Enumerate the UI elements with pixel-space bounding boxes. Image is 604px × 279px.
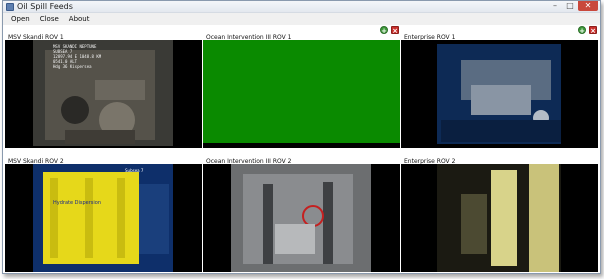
video-frame <box>401 164 598 272</box>
video-frame <box>401 40 598 148</box>
video-frame <box>5 164 202 272</box>
menu-open[interactable]: Open <box>11 13 30 25</box>
video-feed[interactable] <box>203 40 400 148</box>
feed-cell-2: + × Ocean Intervention III ROV 1 <box>203 25 400 148</box>
video-frame <box>5 40 202 148</box>
menu-about[interactable]: About <box>69 13 90 25</box>
video-frame <box>203 164 400 272</box>
feed-panel-label: Hydrate Dispersion <box>53 200 102 206</box>
feed-grid: MSV Skandi ROV 1 MSV SKANDI NEPTUNE SUBS… <box>5 25 598 272</box>
window-title: Oil Spill Feeds <box>17 2 73 11</box>
video-feed[interactable]: MSV SKANDI NEPTUNE SUBSEA 7 12897.94 E 1… <box>5 40 202 148</box>
minimize-button[interactable]: – <box>548 1 562 11</box>
green-screen <box>203 40 400 143</box>
menu-bar: Open Close About <box>3 13 600 25</box>
title-bar: Oil Spill Feeds – □ ✕ <box>3 1 600 13</box>
feed-tag: Subsea 7 <box>125 168 144 173</box>
feed-cell-1: MSV Skandi ROV 1 MSV SKANDI NEPTUNE SUBS… <box>5 25 202 148</box>
plus-circle-icon[interactable]: + <box>380 26 388 35</box>
overlay-line: Hdg 36 Kispersea <box>53 64 92 69</box>
close-square-icon[interactable]: × <box>589 26 597 35</box>
close-square-icon[interactable]: × <box>391 26 399 35</box>
feed-cell-3: + × Enterprise ROV 1 <box>401 25 598 148</box>
video-feed[interactable] <box>401 164 598 272</box>
close-window-button[interactable]: ✕ <box>578 1 598 11</box>
feed-cell-6: Enterprise ROV 2 <box>401 149 598 272</box>
menu-close[interactable]: Close <box>40 13 59 25</box>
app-icon <box>6 3 14 11</box>
maximize-button[interactable]: □ <box>563 1 577 11</box>
feed-cell-4: MSV Skandi ROV 2 Hydrate Dispersion Subs… <box>5 149 202 272</box>
feed-cell-5: Ocean Intervention III ROV 2 <box>203 149 400 272</box>
window-controls: – □ ✕ <box>548 1 598 11</box>
feed-overlay-text: MSV SKANDI NEPTUNE SUBSEA 7 12897.94 E 1… <box>53 44 101 69</box>
app-window: Oil Spill Feeds – □ ✕ Open Close About M… <box>2 0 601 274</box>
video-feed[interactable] <box>401 40 598 148</box>
video-feed[interactable] <box>203 164 400 272</box>
plus-circle-icon[interactable]: + <box>578 26 586 35</box>
video-feed[interactable]: Hydrate Dispersion Subsea 7 <box>5 164 202 272</box>
